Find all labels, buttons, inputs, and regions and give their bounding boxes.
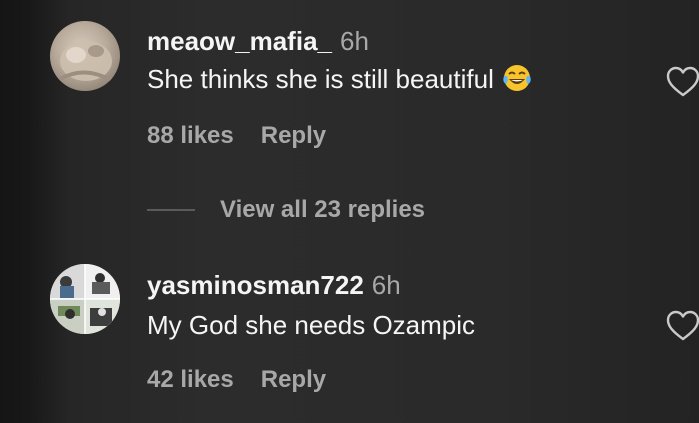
likes-count[interactable]: 42 likes	[147, 366, 234, 393]
heart-icon[interactable]	[666, 310, 699, 342]
reply-button[interactable]: Reply	[261, 122, 326, 149]
username[interactable]: meaow_mafia_	[147, 26, 332, 56]
comment-item: meaow_mafia_ 6h She thinks she is still b…	[0, 0, 699, 180]
heart-icon[interactable]	[666, 66, 699, 98]
view-replies-toggle[interactable]: View all 23 replies	[147, 196, 425, 226]
comment-header: meaow_mafia_ 6h	[147, 26, 369, 56]
comments-panel: meaow_mafia_ 6h She thinks she is still b…	[0, 0, 699, 423]
comment-body: My God she needs Ozampic	[147, 310, 476, 340]
comment-header: yasminosman722 6h	[147, 270, 401, 300]
comment-item: yasminosman722 6h My God she needs Ozampi…	[0, 240, 699, 423]
comment-body: She thinks she is still beautiful	[147, 64, 494, 94]
username[interactable]: yasminosman722	[147, 270, 364, 300]
comment-meta: 42 likes Reply	[147, 366, 326, 394]
comment-text: My God she needs Ozampic	[147, 310, 475, 340]
avatar[interactable]	[50, 264, 120, 334]
likes-count[interactable]: 88 likes	[147, 122, 234, 149]
comment-meta: 88 likes Reply	[147, 122, 326, 150]
reply-button[interactable]: Reply	[261, 366, 326, 393]
comment-text: She thinks she is still beautiful	[147, 64, 532, 98]
timestamp: 6h	[371, 270, 401, 300]
laughing-emoji-icon	[502, 64, 532, 98]
view-replies-label[interactable]: View all 23 replies	[220, 196, 425, 223]
timestamp: 6h	[339, 26, 369, 56]
avatar[interactable]	[50, 21, 120, 91]
replies-divider	[147, 209, 195, 211]
